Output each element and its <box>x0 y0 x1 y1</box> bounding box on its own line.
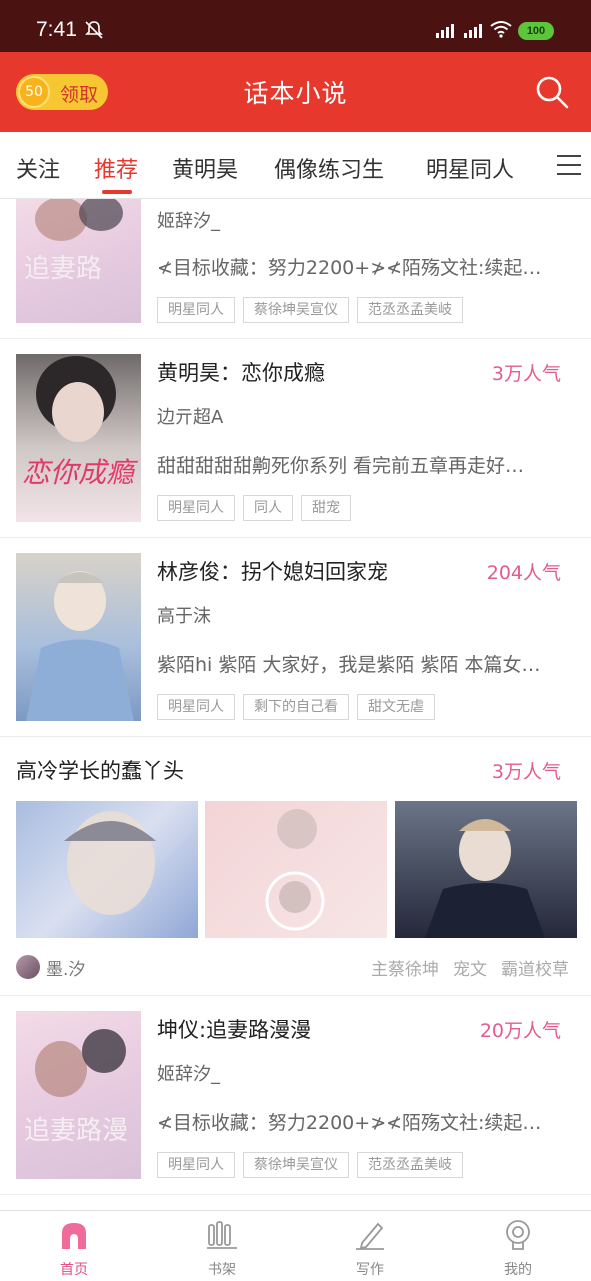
novel-tag[interactable]: 明星同人 <box>157 1152 235 1178</box>
album-tags: 主蔡徐坤 宠文 霸道校草 <box>357 955 569 980</box>
menu-icon[interactable] <box>556 154 582 176</box>
novel-tags: 明星同人 剩下的自己看 甜文无虐 <box>157 694 443 720</box>
status-bar: 7:41 100 <box>0 0 591 52</box>
novel-tag[interactable]: 剩下的自己看 <box>243 694 349 720</box>
novel-tag[interactable]: 明星同人 <box>157 495 235 521</box>
novel-author: 边亓超A <box>157 407 224 428</box>
novel-card[interactable]: 追妻路 姬辞汐_ ≮目标收藏：努力2200+≯≮陌殇文社:续起… 明星同人 蔡徐坤… <box>0 199 591 339</box>
tab-celebrity-fanfic[interactable]: 明星同人 <box>426 152 514 184</box>
popularity-count: 3万人气 <box>491 761 561 783</box>
write-pen-icon <box>356 1222 384 1250</box>
nav-label: 首页 <box>60 1262 88 1278</box>
nav-label: 我的 <box>504 1262 532 1278</box>
app-header: 50 领取 话本小说 <box>0 52 591 132</box>
tab-idol-producer[interactable]: 偶像练习生 <box>274 152 384 184</box>
popularity-count: 204人气 <box>486 562 561 584</box>
novel-tag[interactable]: 甜宠 <box>301 495 351 521</box>
tab-recommend[interactable]: 推荐 <box>94 152 138 184</box>
signal-icon <box>436 24 454 38</box>
novel-tags: 明星同人 蔡徐坤吴宣仪 范丞丞孟美岐 <box>157 1152 471 1178</box>
album-author[interactable]: 墨.汐 <box>46 955 85 980</box>
bottom-navigation: 首页 书架 写作 我的 <box>0 1210 591 1281</box>
novel-title[interactable]: 黄明昊：恋你成瘾 <box>157 357 325 387</box>
novel-card[interactable]: 追妻路漫 坤仪:追妻路漫漫 20万人气 姬辞汐_ ≮目标收藏：努力2200+≯≮… <box>0 996 591 1195</box>
novel-description: 紫陌hi 紫陌 大家好，我是紫陌 紫陌 本篇女… <box>157 654 541 676</box>
nav-label: 写作 <box>356 1262 384 1278</box>
album-image-1 <box>16 801 198 938</box>
novel-author: 姬辞汐_ <box>157 1064 220 1085</box>
album-image-2 <box>205 801 387 938</box>
novel-title[interactable]: 坤仪:追妻路漫漫 <box>157 1014 311 1044</box>
novel-tag[interactable]: 明星同人 <box>157 694 235 720</box>
notification-muted-icon <box>85 21 103 39</box>
album-image-3 <box>395 801 577 938</box>
novel-cover-image <box>16 553 141 721</box>
novel-author: 高于沫 <box>157 606 211 627</box>
wifi-icon <box>490 21 512 38</box>
novel-tag[interactable]: 同人 <box>243 495 293 521</box>
novel-cover-image: 追妻路漫 <box>16 1011 141 1179</box>
status-time: 7:41 <box>36 18 77 41</box>
profile-icon <box>506 1220 530 1250</box>
search-icon[interactable] <box>534 74 570 110</box>
novel-card[interactable]: 林彦俊：拐个媳妇回家宠 204人气 高于沫 紫陌hi 紫陌 大家好，我是紫陌 紫… <box>0 538 591 737</box>
nav-write[interactable]: 写作 <box>296 1211 444 1281</box>
bookshelf-icon <box>207 1221 237 1249</box>
novel-tag[interactable]: 明星同人 <box>157 297 235 323</box>
novel-tag[interactable]: 蔡徐坤吴宣仪 <box>243 297 349 323</box>
novel-description: ≮目标收藏：努力2200+≯≮陌殇文社:续起… <box>157 1112 542 1134</box>
signal-icon-2 <box>464 24 482 38</box>
novel-description: ≮目标收藏：努力2200+≯≮陌殇文社:续起… <box>157 257 542 279</box>
app-title: 话本小说 <box>243 79 348 108</box>
novel-author: 姬辞汐_ <box>157 211 220 232</box>
novel-tag[interactable]: 范丞丞孟美岐 <box>357 1152 463 1178</box>
nav-bookshelf[interactable]: 书架 <box>148 1211 296 1281</box>
svg-text:追妻路: 追妻路 <box>24 254 102 284</box>
tab-huangminghao[interactable]: 黄明昊 <box>172 152 238 184</box>
album-tag[interactable]: 主蔡徐坤 <box>371 960 439 980</box>
home-icon <box>62 1223 86 1249</box>
album-tag[interactable]: 霸道校草 <box>501 960 569 980</box>
svg-text:追妻路漫: 追妻路漫 <box>24 1116 128 1146</box>
active-tab-indicator <box>102 190 132 194</box>
nav-label: 书架 <box>208 1262 236 1278</box>
novel-description: 甜甜甜甜甜齁死你系列 看完前五章再走好… <box>157 455 525 477</box>
novel-tags: 明星同人 同人 甜宠 <box>157 495 359 521</box>
novel-tag[interactable]: 甜文无虐 <box>357 694 435 720</box>
popularity-count: 20万人气 <box>479 1020 561 1042</box>
battery-indicator: 100 <box>518 22 554 40</box>
novel-album-card[interactable]: 高冷学长的蠢丫头 3万人气 墨.汐 主蔡徐坤 宠文 霸道校草 <box>0 737 591 996</box>
novel-tags: 明星同人 蔡徐坤吴宣仪 范丞丞孟美岐 <box>157 297 471 323</box>
novel-title[interactable]: 林彦俊：拐个媳妇回家宠 <box>157 556 388 586</box>
tab-follow[interactable]: 关注 <box>16 152 60 184</box>
novel-tag[interactable]: 蔡徐坤吴宣仪 <box>243 1152 349 1178</box>
svg-text:恋你成瘾: 恋你成瘾 <box>22 456 139 489</box>
popularity-count: 3万人气 <box>491 363 561 385</box>
nav-home[interactable]: 首页 <box>0 1211 148 1281</box>
avatar[interactable] <box>16 955 40 979</box>
novel-cover-image: 追妻路 <box>16 199 141 323</box>
novel-card[interactable]: 恋你成瘾 黄明昊：恋你成瘾 3万人气 边亓超A 甜甜甜甜甜齁死你系列 看完前五章… <box>0 339 591 538</box>
novel-cover-image: 恋你成瘾 <box>16 354 141 522</box>
novel-title[interactable]: 高冷学长的蠢丫头 <box>16 755 184 785</box>
album-tag[interactable]: 宠文 <box>453 960 487 980</box>
novel-tag[interactable]: 范丞丞孟美岐 <box>357 297 463 323</box>
category-tabs: 关注 推荐 黄明昊 偶像练习生 明星同人 <box>0 132 591 199</box>
nav-profile[interactable]: 我的 <box>444 1211 591 1281</box>
